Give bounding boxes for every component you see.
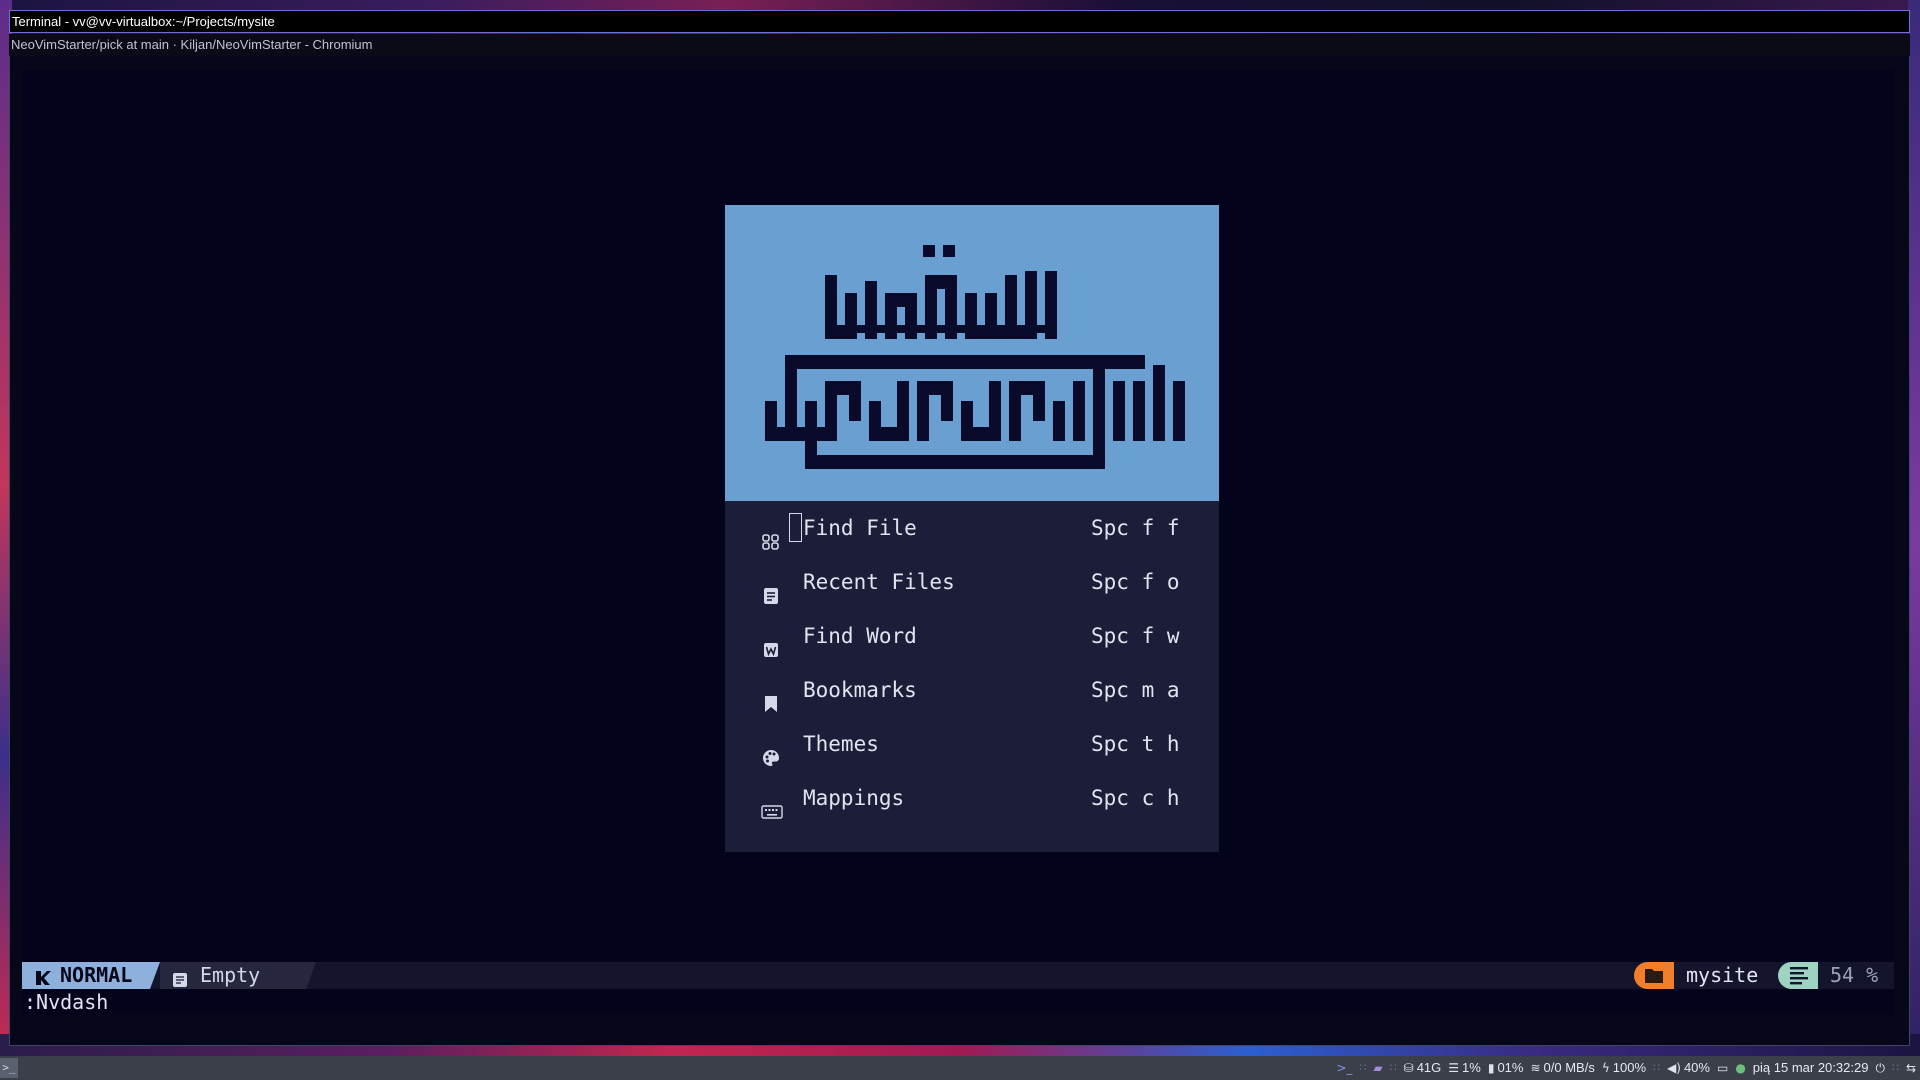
dash-item-find-file[interactable]: Find File Spc f f [725, 501, 1219, 555]
terminal-tray-icon[interactable]: >_ [1336, 1056, 1352, 1080]
memory-value: 01% [1497, 1060, 1524, 1075]
bookmark-icon [761, 680, 781, 712]
folder-icon [1645, 969, 1663, 983]
dash-item-shortcut: Spc c h [1091, 786, 1180, 810]
dash-item-shortcut: Spc f f [1091, 516, 1180, 540]
command-line[interactable]: :Nvdash [24, 989, 108, 1015]
kufic-calligraphy-logo [765, 245, 1185, 469]
background-window-title[interactable]: NeoVimStarter/pick at main · Kiljan/NeoV… [9, 34, 1910, 56]
file-icon [172, 968, 188, 987]
files-tray-icon[interactable]: ▰ [1373, 1056, 1382, 1080]
cwd-name: mysite [1686, 963, 1759, 987]
file-name: Empty [200, 963, 261, 987]
disk-value: 41G [1416, 1060, 1442, 1075]
disk-monitor[interactable]: ⛁ 41G [1404, 1056, 1442, 1080]
volume-value: 40% [1683, 1060, 1710, 1075]
clock-value: pią 15 mar 20:32:29 [1752, 1060, 1869, 1075]
dash-item-mappings[interactable]: Mappings Spc c h [725, 771, 1219, 825]
text-cursor [789, 513, 802, 542]
terminal-title-bar[interactable]: Terminal - vv@vv-virtualbox:~/Projects/m… [9, 10, 1910, 33]
speaker-icon: ◀) [1667, 1061, 1681, 1075]
cpu-monitor[interactable]: ☰ 1% [1448, 1056, 1481, 1080]
cwd-badge [1634, 962, 1674, 989]
scroll-percent: 54 % [1830, 963, 1879, 987]
dash-item-themes[interactable]: Themes Spc t h [725, 717, 1219, 771]
lines-icon [1790, 967, 1808, 985]
recent-files-icon [761, 572, 781, 604]
power-button-icon[interactable]: ⏻ [1875, 1056, 1885, 1080]
mode-indicator: NORMAL [22, 962, 150, 989]
dash-item-shortcut: Spc f w [1091, 624, 1180, 648]
dash-item-recent-files[interactable]: Recent Files Spc f o [725, 555, 1219, 609]
statusline: NORMAL Empty mysite 54 % [22, 962, 1894, 989]
tray-separator: ∷ [1653, 1062, 1661, 1074]
palette-icon [761, 734, 781, 766]
switch-user-icon[interactable]: ⇆ [1906, 1056, 1916, 1080]
updates-tray-icon[interactable]: ● [1735, 1056, 1745, 1080]
dash-item-shortcut: Spc f o [1091, 570, 1180, 594]
dashboard-header-art [725, 205, 1219, 501]
dash-item-label: Find File [803, 516, 917, 540]
find-word-icon [761, 626, 781, 657]
bottom-panel: >_ >_ ∷ ▰ ∷ ⛁ 41G ☰ 1% ▮ 01% ≋ 0/0 MB/s ϟ 100… [0, 1056, 1920, 1080]
network-value: 0/0 MB/s [1543, 1060, 1595, 1075]
dash-item-shortcut: Spc t h [1091, 732, 1180, 756]
tray-separator: ∷ [1891, 1062, 1899, 1074]
tray-separator: ∷ [1359, 1062, 1367, 1074]
dash-item-label: Mappings [803, 786, 905, 810]
dash-item-shortcut: Spc m a [1091, 678, 1180, 702]
network-monitor[interactable]: ≋ 0/0 MB/s [1530, 1056, 1594, 1080]
power-plug-icon: ϟ [1601, 1061, 1610, 1075]
dash-item-label: Recent Files [803, 570, 955, 594]
cpu-icon: ☰ [1448, 1061, 1460, 1075]
disk-icon: ⛁ [1403, 1061, 1414, 1075]
battery-indicator[interactable]: ϟ 100% [1602, 1056, 1646, 1080]
position-badge [1778, 962, 1818, 989]
dash-item-label: Themes [803, 732, 879, 756]
keyboard-tray-icon[interactable]: ▭ [1717, 1056, 1728, 1080]
cpu-value: 1% [1462, 1060, 1481, 1075]
tray-separator: ∷ [1389, 1062, 1397, 1074]
volume-control[interactable]: ◀) 40% [1667, 1056, 1710, 1080]
wifi-icon: ≋ [1530, 1061, 1541, 1075]
find-file-icon [761, 518, 781, 550]
memory-monitor[interactable]: ▮ 01% [1488, 1056, 1524, 1080]
memory-icon: ▮ [1487, 1061, 1495, 1075]
file-segment: Empty [160, 962, 306, 989]
mode-separator [150, 962, 160, 989]
dash-item-label: Find Word [803, 624, 917, 648]
dash-item-label: Bookmarks [803, 678, 917, 702]
mode-label: NORMAL [60, 963, 133, 987]
dash-item-bookmarks[interactable]: Bookmarks Spc m a [725, 663, 1219, 717]
file-separator [306, 962, 316, 989]
battery-value: 100% [1612, 1060, 1647, 1075]
keyboard-icon [761, 788, 783, 819]
dash-item-find-word[interactable]: Find Word Spc f w [725, 609, 1219, 663]
vim-mode-icon [34, 967, 52, 985]
clock[interactable]: pią 15 mar 20:32:29 [1753, 1056, 1869, 1080]
neovim-editor[interactable]: Find File Spc f f Recent Files Spc f o F… [22, 70, 1894, 1015]
terminal-launcher-icon[interactable]: >_ [0, 1058, 18, 1078]
system-tray: >_ ∷ ▰ ∷ ⛁ 41G ☰ 1% ▮ 01% ≋ 0/0 MB/s ϟ 100% ∷… [1336, 1056, 1916, 1080]
dashboard-menu: Find File Spc f f Recent Files Spc f o F… [725, 501, 1219, 852]
